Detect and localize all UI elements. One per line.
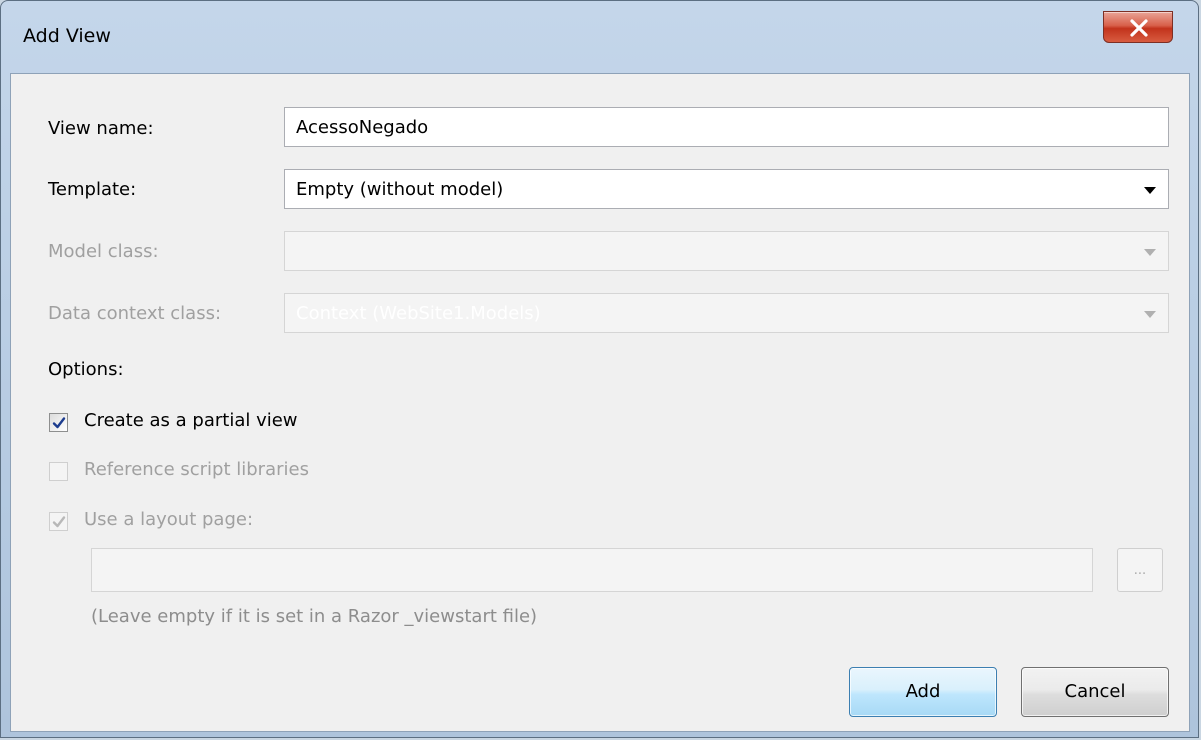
model-class-label: Model class:	[48, 241, 159, 262]
chevron-down-icon	[1144, 249, 1156, 256]
layout-page-input[interactable]	[91, 548, 1093, 592]
cancel-button[interactable]: Cancel	[1021, 667, 1169, 717]
chevron-down-icon	[1144, 187, 1156, 194]
partial-view-checkbox[interactable]	[49, 413, 68, 432]
title-bar[interactable]: Add View	[1, 1, 1198, 73]
checkmark-icon	[52, 516, 66, 528]
template-select[interactable]: Empty (without model)	[284, 169, 1169, 209]
dialog-body: View name: AcessoNegado Template: Empty …	[10, 73, 1190, 732]
reference-scripts-checkbox[interactable]	[49, 462, 68, 481]
view-name-value: AcessoNegado	[296, 117, 429, 138]
template-value: Empty (without model)	[296, 179, 504, 200]
browse-button[interactable]: ...	[1117, 548, 1163, 592]
options-heading: Options:	[48, 359, 124, 380]
reference-scripts-label: Reference script libraries	[84, 459, 309, 480]
template-label: Template:	[48, 179, 137, 200]
data-context-class-value: Context (WebSite1.Models)	[296, 303, 541, 324]
checkmark-icon	[52, 417, 66, 429]
use-layout-checkbox[interactable]	[49, 512, 68, 531]
model-class-select[interactable]	[284, 231, 1169, 271]
use-layout-label: Use a layout page:	[84, 509, 254, 530]
data-context-class-label: Data context class:	[48, 303, 222, 324]
add-button[interactable]: Add	[849, 667, 997, 717]
partial-view-label: Create as a partial view	[84, 410, 298, 431]
close-button[interactable]	[1103, 11, 1173, 43]
chevron-down-icon	[1144, 311, 1156, 318]
data-context-class-select[interactable]: Context (WebSite1.Models)	[284, 293, 1169, 333]
window-title: Add View	[23, 25, 111, 47]
close-icon	[1130, 19, 1148, 37]
add-view-dialog: Add View View name: AcessoNegado Templat…	[0, 0, 1199, 738]
view-name-label: View name:	[48, 118, 154, 139]
layout-hint-text: (Leave empty if it is set in a Razor _vi…	[91, 606, 538, 627]
view-name-input[interactable]: AcessoNegado	[284, 107, 1169, 147]
